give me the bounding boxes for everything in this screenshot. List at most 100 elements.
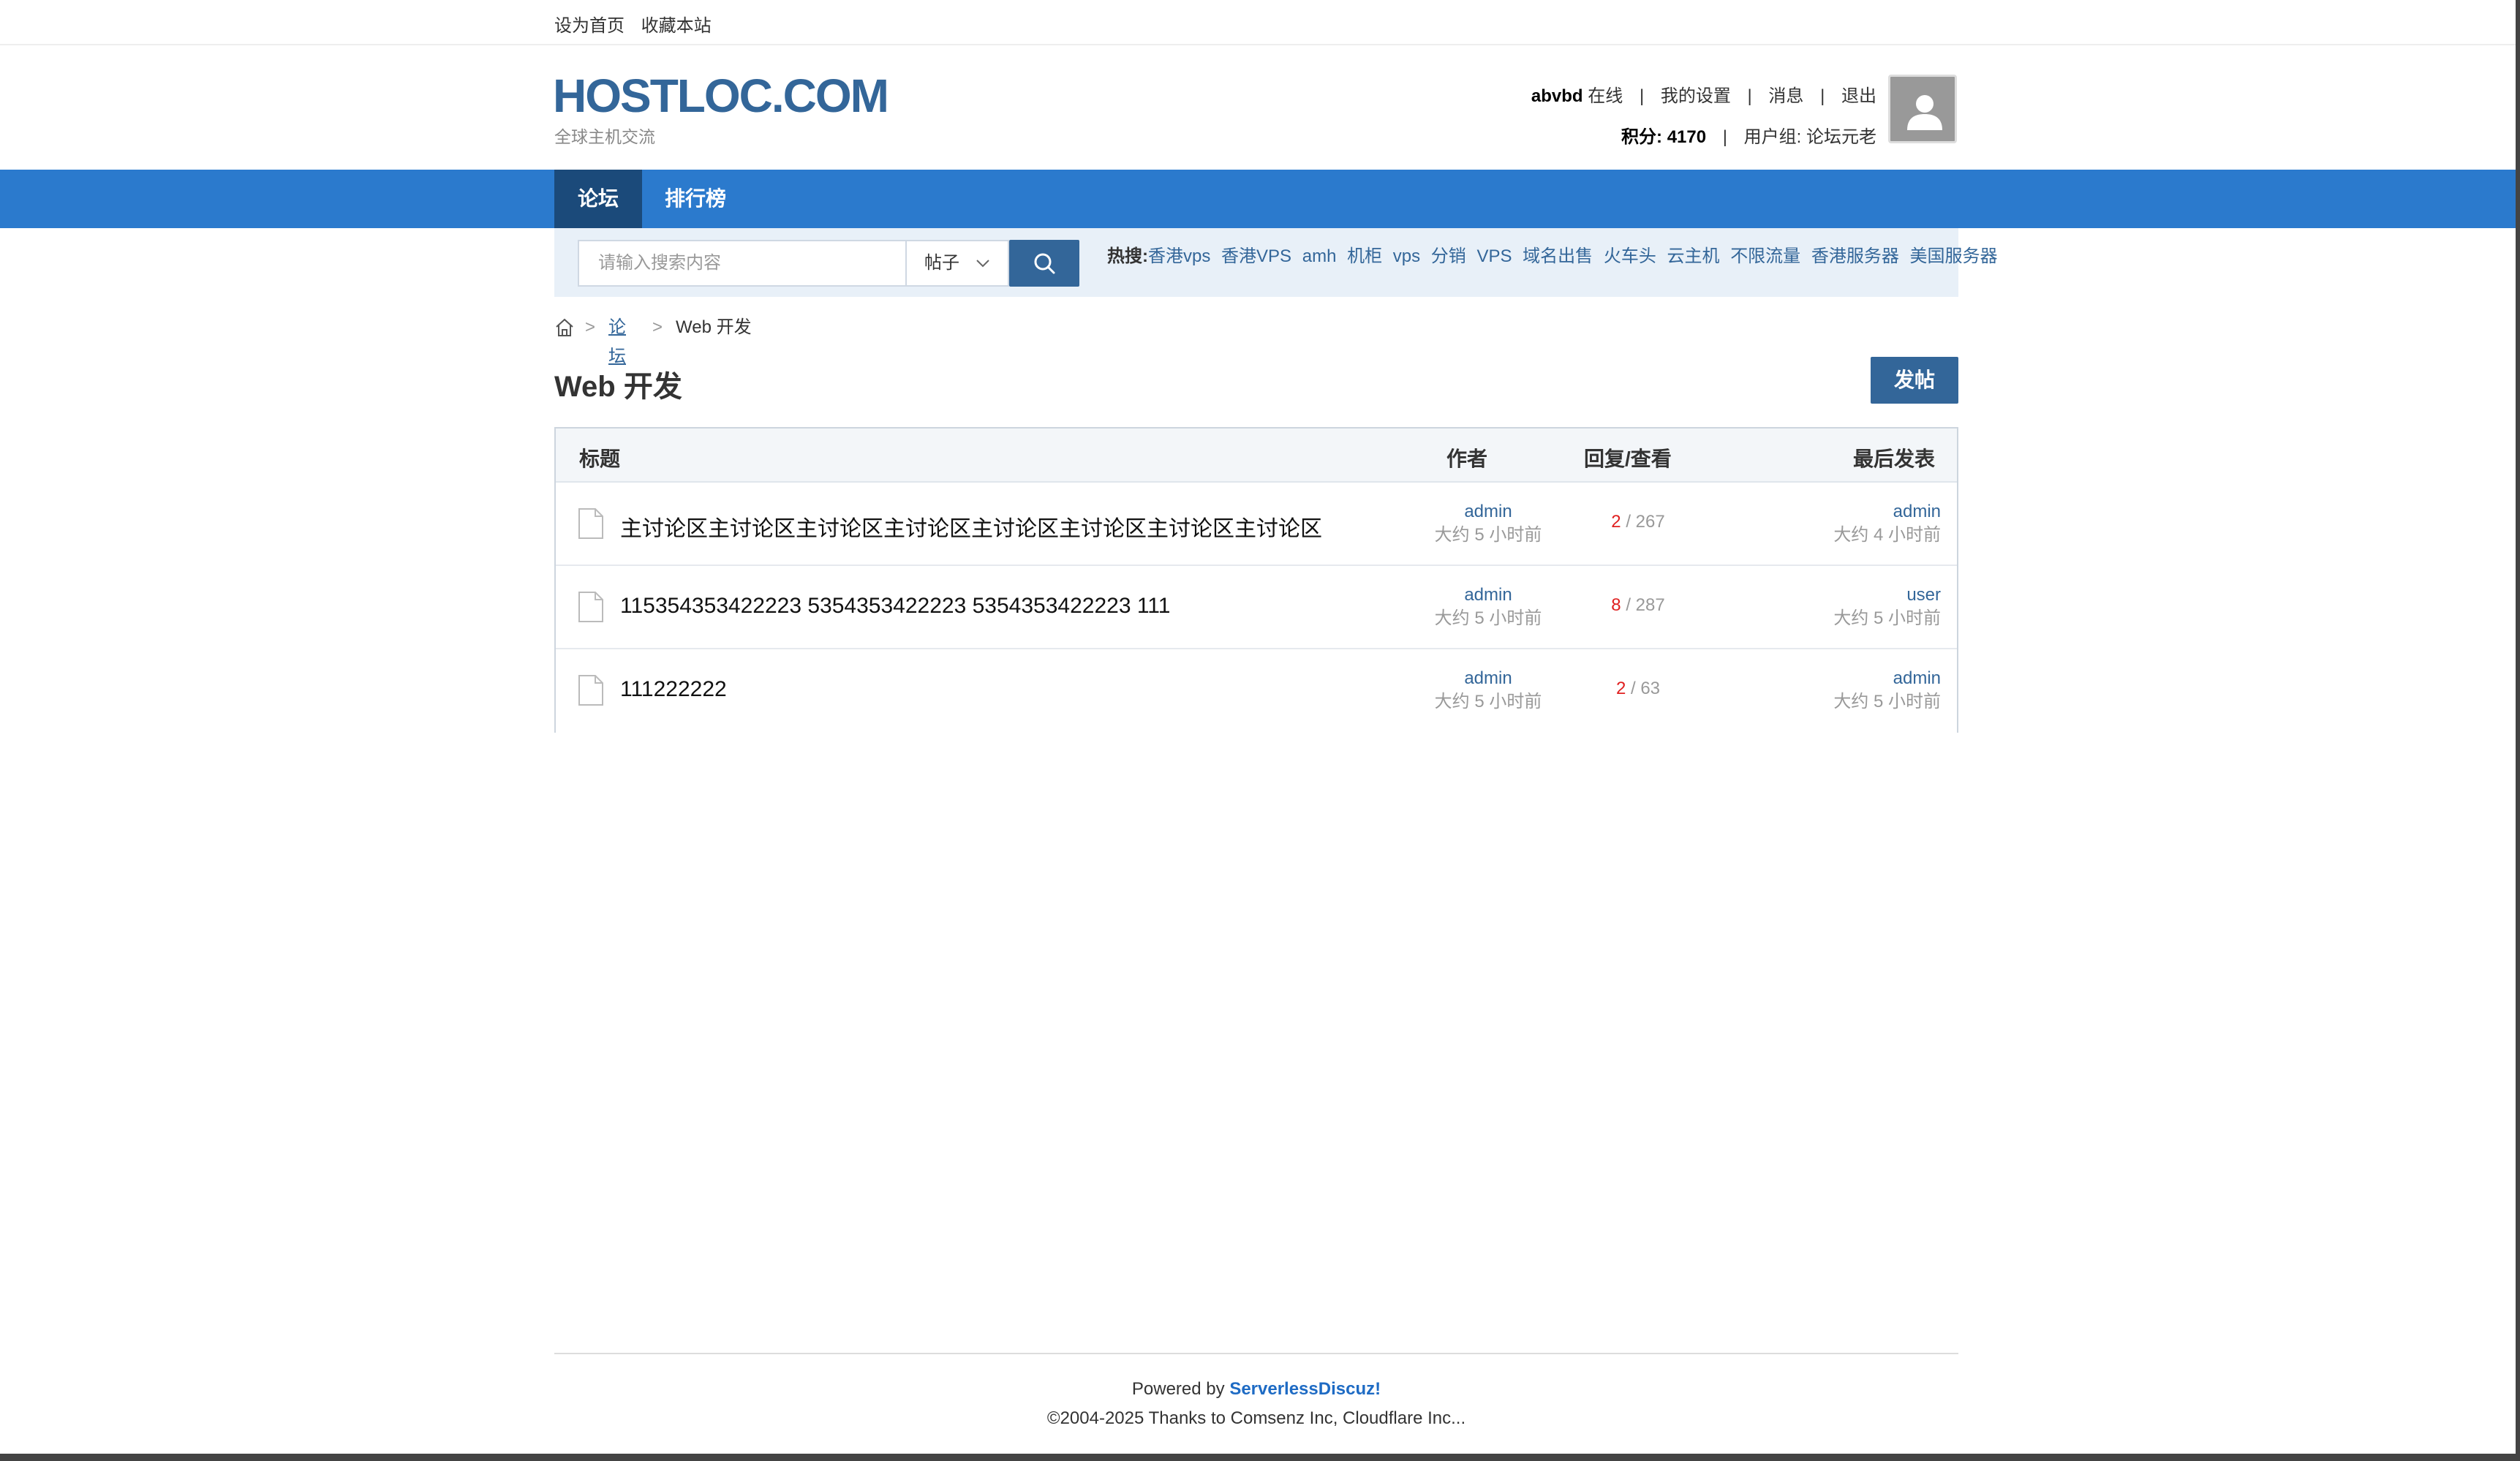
column-header-replies-views: 回复/查看 — [1584, 448, 1672, 470]
document-icon — [578, 592, 603, 622]
post-time: 大约 5 小时前 — [1434, 525, 1542, 545]
thread-title-link[interactable]: 111222222 — [620, 677, 727, 702]
count-separator: / — [1630, 679, 1636, 698]
document-icon — [578, 675, 603, 706]
table-row[interactable]: 111222222 admin 大约 5 小时前 2 / 63 admin 大约… — [556, 649, 1957, 733]
points-label: 积分: — [1621, 127, 1663, 147]
user-silhouette-icon — [1907, 95, 1942, 130]
hot-search-link[interactable]: 云主机 — [1667, 246, 1720, 266]
new-post-button[interactable]: 发帖 — [1871, 357, 1958, 404]
search-type-select[interactable]: 帖子 — [905, 240, 1009, 287]
separator: | — [1820, 86, 1825, 106]
hot-search-link[interactable]: 不限流量 — [1730, 246, 1800, 266]
hot-search-link[interactable]: 香港vps — [1148, 246, 1210, 266]
post-time: 大约 5 小时前 — [1434, 608, 1542, 628]
post-time: 大约 5 小时前 — [1434, 692, 1542, 711]
last-post: user 大约 5 小时前 — [1833, 584, 1941, 630]
nav-item-forum[interactable]: 论坛 — [554, 170, 642, 228]
search-type-value: 帖子 — [924, 253, 959, 273]
author-link[interactable]: admin — [1397, 500, 1580, 524]
reply-count: 2 — [1615, 679, 1626, 698]
hot-search-link[interactable]: 香港VPS — [1221, 246, 1291, 266]
window-edge — [2516, 0, 2520, 1461]
hot-search-link[interactable]: 域名出售 — [1523, 246, 1593, 266]
document-icon — [578, 508, 603, 539]
hot-search-link[interactable]: 分销 — [1431, 246, 1466, 266]
separator: | — [1747, 86, 1752, 106]
powered-by-prefix: Powered by — [1131, 1379, 1225, 1399]
footer-divider — [554, 1353, 1958, 1354]
column-header-author: 作者 — [1446, 448, 1488, 470]
thread-title-link[interactable]: 115354353422223 5354353422223 5354353422… — [620, 594, 1170, 619]
powered-by-link[interactable]: ServerlessDiscuz! — [1229, 1379, 1381, 1399]
separator: | — [1639, 86, 1645, 106]
home-icon[interactable] — [554, 317, 575, 338]
view-count: 63 — [1640, 679, 1661, 698]
hot-search-link[interactable]: 美国服务器 — [1910, 246, 1998, 266]
hot-search-link[interactable]: vps — [1393, 246, 1420, 266]
user-group-label: 用户组: — [1743, 127, 1802, 147]
user-links-line: abvbd 在线 | 我的设置 | 消息 | 退出 — [1531, 76, 1876, 117]
reply-view-counts: 2 / 63 — [1565, 679, 1711, 699]
last-post-time: 大约 5 小时前 — [1833, 692, 1941, 711]
reply-count: 2 — [1611, 512, 1621, 532]
avatar[interactable] — [1888, 75, 1957, 143]
hot-search-link[interactable]: 机柜 — [1347, 246, 1382, 266]
count-separator: / — [1626, 512, 1631, 532]
author-link[interactable]: admin — [1397, 584, 1580, 607]
user-info-box: abvbd 在线 | 我的设置 | 消息 | 退出 积分: 4170 | 用户组… — [1531, 76, 1876, 158]
thread-title-link[interactable]: 主讨论区主讨论区主讨论区主讨论区主讨论区主讨论区主讨论区主讨论区 — [620, 510, 1322, 543]
hot-search-link[interactable]: 火车头 — [1604, 246, 1656, 266]
table-row[interactable]: 115354353422223 5354353422223 5354353422… — [556, 566, 1957, 649]
search-button[interactable] — [1009, 240, 1079, 287]
bookmark-site-link[interactable]: 收藏本站 — [641, 16, 712, 36]
breadcrumb-separator: > — [585, 317, 596, 337]
column-header-title: 标题 — [579, 448, 621, 470]
nav-item-ranking[interactable]: 排行榜 — [642, 170, 749, 228]
main-nav-bar: 论坛 排行榜 — [0, 170, 2516, 228]
powered-by-line: Powered by ServerlessDiscuz! — [554, 1375, 1958, 1404]
view-count: 287 — [1635, 595, 1665, 615]
site-logo[interactable]: HOSTLOC.COM — [553, 69, 889, 123]
last-post: admin 大约 5 小时前 — [1833, 667, 1941, 714]
breadcrumb-current: Web 开发 — [676, 317, 752, 337]
search-icon — [1034, 253, 1055, 274]
view-count: 267 — [1635, 512, 1665, 532]
user-stats-line: 积分: 4170 | 用户组: 论坛元老 — [1531, 117, 1876, 158]
browser-frame: 设为首页 收藏本站 HOSTLOC.COM 全球主机交流 abvbd 在线 | … — [0, 0, 2520, 1461]
site-tagline: 全球主机交流 — [554, 127, 655, 146]
points-value: 4170 — [1667, 127, 1707, 147]
breadcrumb-separator: > — [652, 317, 663, 337]
last-post: admin 大约 4 小时前 — [1833, 500, 1941, 547]
thread-author: admin 大约 5 小时前 — [1397, 584, 1580, 630]
author-link[interactable]: admin — [1397, 667, 1580, 690]
last-post-time: 大约 4 小时前 — [1833, 525, 1941, 545]
last-post-user-link[interactable]: user — [1833, 584, 1941, 607]
copyright-text: ©2004-2025 Thanks to Comsenz Inc, Cloudf… — [1046, 1408, 1466, 1428]
table-header: 标题 作者 回复/查看 最后发表 — [556, 429, 1957, 483]
table-row[interactable]: 主讨论区主讨论区主讨论区主讨论区主讨论区主讨论区主讨论区主讨论区 admin 大… — [556, 483, 1957, 566]
thread-author: admin 大约 5 小时前 — [1397, 667, 1580, 714]
logout-link[interactable]: 退出 — [1841, 86, 1876, 106]
username-link[interactable]: abvbd — [1531, 86, 1583, 106]
separator: | — [1722, 127, 1727, 147]
last-post-user-link[interactable]: admin — [1833, 500, 1941, 524]
hot-search-link[interactable]: amh — [1302, 246, 1337, 266]
site-header: HOSTLOC.COM 全球主机交流 abvbd 在线 | 我的设置 | 消息 … — [0, 47, 2516, 170]
messages-link[interactable]: 消息 — [1768, 86, 1803, 106]
hot-search-label: 热搜: — [1107, 246, 1148, 266]
hot-search-link[interactable]: VPS — [1476, 246, 1512, 266]
top-links: 设为首页 收藏本站 — [554, 11, 723, 37]
reply-count: 8 — [1611, 595, 1621, 615]
hot-searches: 热搜:香港vps 香港VPS amh 机柜 vps 分销 VPS 域名出售 火车… — [1107, 241, 2004, 267]
last-post-user-link[interactable]: admin — [1833, 667, 1941, 690]
hot-search-link[interactable]: 香港服务器 — [1811, 246, 1899, 266]
search-input[interactable]: 请输入搜索内容 — [578, 240, 905, 287]
count-separator: / — [1626, 595, 1631, 615]
window-edge — [0, 1454, 2520, 1461]
site-footer: Powered by ServerlessDiscuz! ©2004-2025 … — [554, 1375, 1958, 1433]
set-homepage-link[interactable]: 设为首页 — [554, 16, 625, 36]
online-status: 在线 — [1588, 86, 1623, 106]
my-settings-link[interactable]: 我的设置 — [1661, 86, 1731, 106]
column-header-last-post: 最后发表 — [1852, 448, 1935, 470]
